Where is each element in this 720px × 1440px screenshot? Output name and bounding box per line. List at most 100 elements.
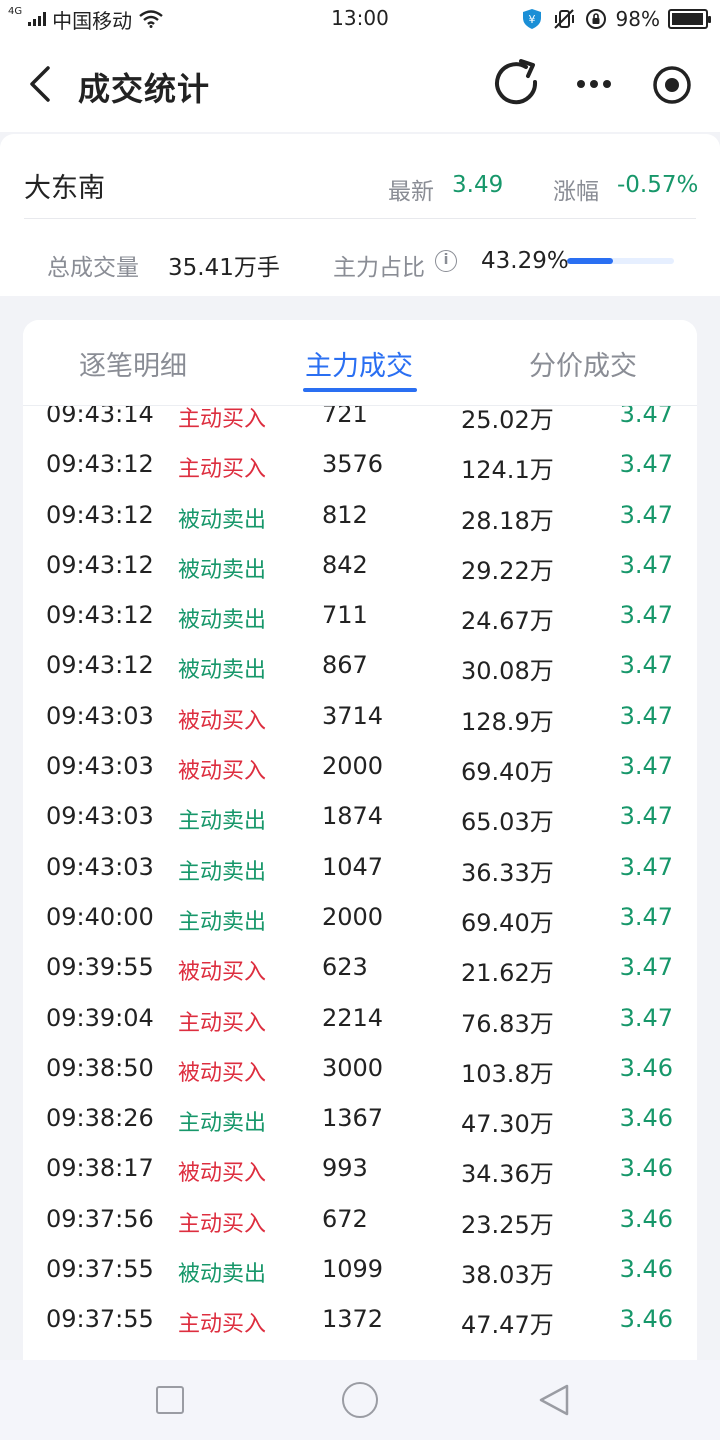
trade-type: 主动卖出 <box>178 809 267 835</box>
trade-price: 3.46 <box>619 1255 673 1284</box>
trade-volume: 3714 <box>322 701 384 730</box>
trade-type: 被动卖出 <box>178 658 267 684</box>
tab-tick-detail[interactable]: 逐笔明细 <box>79 344 187 383</box>
trade-amount: 34.36万 <box>461 1160 554 1189</box>
trade-type: 主动买入 <box>178 1312 267 1338</box>
stock-name: 大东南 <box>24 173 105 204</box>
trade-row: 09:43:03 被动买入 2000 69.40万 3.47 <box>23 742 697 792</box>
refresh-icon[interactable] <box>488 56 544 112</box>
trade-type: 主动买入 <box>178 1010 267 1036</box>
trade-row: 09:38:50 被动买入 3000 103.8万 3.46 <box>23 1044 697 1094</box>
main-ratio-value: 43.29% <box>481 248 569 274</box>
target-icon[interactable] <box>650 63 694 107</box>
trade-price: 3.46 <box>619 1204 673 1233</box>
trade-volume: 993 <box>322 1154 368 1183</box>
trade-volume: 3000 <box>322 1053 384 1082</box>
trade-row: 09:37:56 主动买入 672 23.25万 3.46 <box>23 1195 697 1245</box>
total-volume-value: 35.41万手 <box>168 255 280 281</box>
trade-price: 3.47 <box>619 953 673 982</box>
trade-amount: 23.25万 <box>461 1210 554 1239</box>
tab-price-trades[interactable]: 分价成交 <box>529 344 637 383</box>
trades-card: 逐笔明细 主力成交 分价成交 09:43:14 主动买入 721 25.02万 3.47… <box>23 320 697 1360</box>
battery-icon <box>668 9 711 29</box>
trade-type: 被动卖出 <box>178 608 267 634</box>
trade-type: 被动买入 <box>178 1161 267 1187</box>
trade-type: 被动买入 <box>178 708 267 734</box>
recent-apps-button[interactable] <box>156 1386 184 1414</box>
trade-time: 09:43:03 <box>46 852 154 881</box>
home-button[interactable] <box>342 1382 378 1418</box>
trade-amount: 47.30万 <box>461 1110 554 1139</box>
trade-price: 3.46 <box>619 1104 673 1133</box>
trade-volume: 812 <box>322 500 368 529</box>
trade-price: 3.46 <box>619 1154 673 1183</box>
trade-type: 被动买入 <box>178 960 267 986</box>
status-right: ¥ 98% <box>520 6 711 32</box>
stock-info-card: 大东南 最新 3.49 涨幅 -0.57% 总成交量 35.41万手 主力占比 … <box>0 134 720 296</box>
trade-volume: 2000 <box>322 902 384 931</box>
trade-time: 09:43:12 <box>46 450 154 479</box>
trade-volume: 867 <box>322 651 368 680</box>
app-header: 成交统计 <box>0 38 720 132</box>
trade-time: 09:38:50 <box>46 1053 154 1082</box>
latest-value: 3.49 <box>452 172 504 198</box>
status-bar: 4G 中国移动 13:00 ¥ 98% <box>0 0 720 38</box>
trade-price: 3.46 <box>619 1305 673 1334</box>
trade-time: 09:43:12 <box>46 601 154 630</box>
trade-time: 09:43:03 <box>46 802 154 831</box>
info-divider <box>24 218 696 219</box>
rotation-lock-icon <box>585 9 606 29</box>
trade-type: 主动卖出 <box>178 859 267 885</box>
trade-volume: 842 <box>322 550 368 579</box>
latest-label: 最新 <box>388 179 434 205</box>
trade-price: 3.47 <box>619 701 673 730</box>
trade-type: 被动买入 <box>178 1060 267 1086</box>
trade-row: 09:39:55 被动买入 623 21.62万 3.47 <box>23 943 697 993</box>
trade-type: 主动卖出 <box>178 909 267 935</box>
trade-time: 09:43:12 <box>46 500 154 529</box>
more-dots-icon[interactable] <box>572 62 616 106</box>
shield-yuan-icon: ¥ <box>522 9 541 29</box>
trade-row: 09:37:55 被动卖出 1099 38.03万 3.46 <box>23 1245 697 1295</box>
trade-type: 被动买入 <box>178 759 267 785</box>
trade-amount: 47.47万 <box>461 1311 554 1340</box>
tab-main-trades[interactable]: 主力成交 <box>305 344 413 383</box>
main-ratio-label: 主力占比 <box>333 255 425 281</box>
nav-back-button[interactable] <box>536 1382 572 1418</box>
back-button[interactable] <box>20 60 60 108</box>
trade-price: 3.47 <box>619 902 673 931</box>
trade-volume: 623 <box>322 953 368 982</box>
trade-volume: 2000 <box>322 752 384 781</box>
trade-type: 被动卖出 <box>178 557 267 583</box>
trade-amount: 124.1万 <box>461 456 554 485</box>
trade-list[interactable]: 09:43:14 主动买入 721 25.02万 3.47 09:43:12 主动买入 357… <box>23 390 697 1346</box>
trade-row: 09:38:17 被动买入 993 34.36万 3.46 <box>23 1144 697 1194</box>
trade-amount: 29.22万 <box>461 556 554 585</box>
trade-price: 3.47 <box>619 651 673 680</box>
trade-price: 3.47 <box>619 601 673 630</box>
trade-type: 被动卖出 <box>178 1262 267 1288</box>
trade-row: 09:37:55 主动买入 1372 47.47万 3.46 <box>23 1295 697 1345</box>
trade-time: 09:43:03 <box>46 701 154 730</box>
trade-row: 09:39:04 主动买入 2214 76.83万 3.47 <box>23 994 697 1044</box>
trade-amount: 65.03万 <box>461 808 554 837</box>
trade-volume: 1874 <box>322 802 384 831</box>
trade-price: 3.47 <box>619 500 673 529</box>
battery-percent: 98% <box>615 7 660 31</box>
trade-amount: 24.67万 <box>461 607 554 636</box>
info-icon[interactable]: i <box>435 250 457 272</box>
trade-volume: 1367 <box>322 1104 384 1133</box>
trade-price: 3.46 <box>619 1053 673 1082</box>
trade-type: 主动卖出 <box>178 1111 267 1137</box>
trade-price: 3.47 <box>619 852 673 881</box>
trade-amount: 76.83万 <box>461 1009 554 1038</box>
trade-amount: 30.08万 <box>461 657 554 686</box>
trade-time: 09:37:55 <box>46 1305 154 1334</box>
trade-price: 3.47 <box>619 550 673 579</box>
trade-amount: 128.9万 <box>461 707 554 736</box>
trade-time: 09:40:00 <box>46 902 154 931</box>
trade-row: 09:40:00 主动卖出 2000 69.40万 3.47 <box>23 893 697 943</box>
trade-time: 09:43:03 <box>46 752 154 781</box>
trade-row: 09:43:12 被动卖出 711 24.67万 3.47 <box>23 591 697 641</box>
trade-time: 09:37:55 <box>46 1255 154 1284</box>
